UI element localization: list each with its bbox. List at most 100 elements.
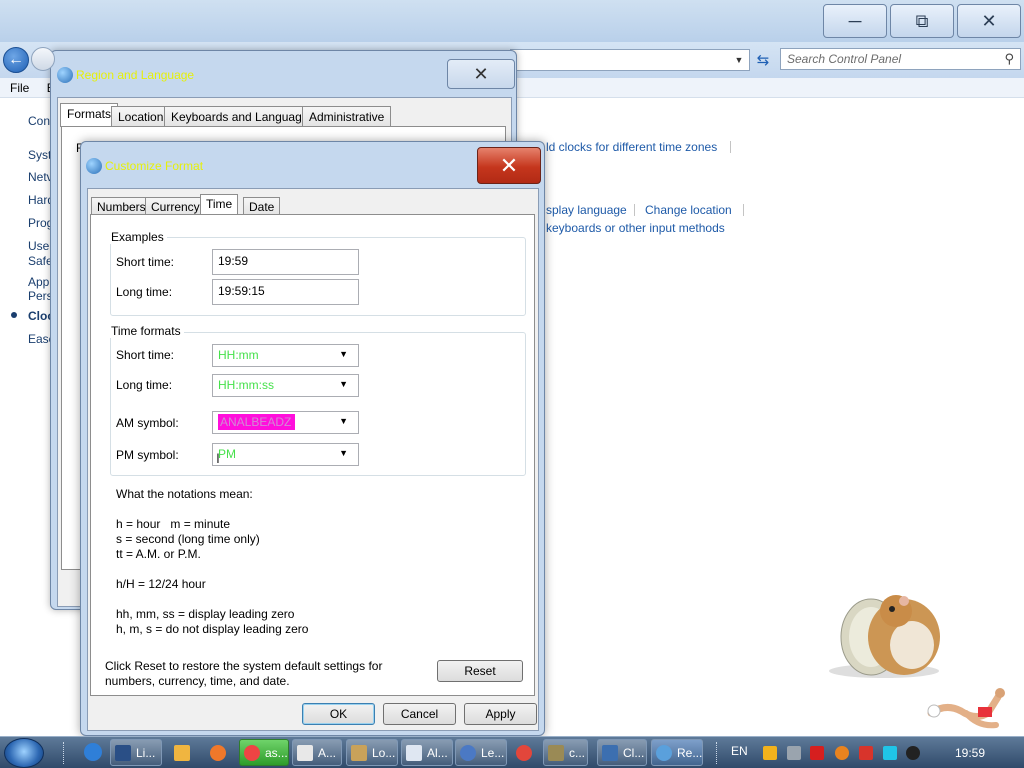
taskbar-item-7[interactable]: c... bbox=[543, 739, 588, 766]
refresh-icon[interactable]: ⇆ bbox=[752, 49, 774, 71]
chrome-icon[interactable] bbox=[516, 745, 532, 761]
nav-item-family-safety[interactable]: Safe bbox=[28, 254, 52, 268]
pm-symbol-combo[interactable]: PM ▼ bbox=[212, 443, 359, 466]
notation-notes: What the notations mean: h = hour m = mi… bbox=[116, 487, 309, 636]
pm-symbol-label: PM symbol: bbox=[116, 448, 179, 462]
search-input[interactable]: Search Control Panel ⚲ bbox=[780, 48, 1021, 70]
ok-button[interactable]: OK bbox=[302, 703, 375, 725]
chevron-down-icon[interactable]: ▼ bbox=[339, 448, 348, 458]
nav-item-programs[interactable]: Prog bbox=[28, 216, 52, 230]
back-button[interactable]: ← bbox=[3, 47, 29, 73]
nav-item-personalization[interactable]: Pers bbox=[28, 289, 52, 303]
paint-icon[interactable] bbox=[210, 745, 226, 761]
address-dropdown-icon[interactable]: ▼ bbox=[731, 49, 747, 71]
monitor-icon[interactable] bbox=[883, 746, 897, 760]
dialog-title: Customize Format bbox=[105, 159, 204, 173]
taskbar-item-label: Cl... bbox=[623, 745, 645, 760]
nav-item-control-panel-home[interactable]: Con bbox=[28, 114, 52, 128]
restore-button[interactable]: ⧉ bbox=[890, 4, 954, 38]
flag-icon[interactable] bbox=[859, 746, 873, 760]
nav-item-hardware[interactable]: Hard bbox=[28, 193, 52, 207]
media-player-icon[interactable] bbox=[174, 745, 190, 761]
search-placeholder: Search Control Panel bbox=[787, 52, 902, 66]
tab-time[interactable]: Time bbox=[200, 194, 239, 215]
language-indicator[interactable]: EN bbox=[731, 744, 748, 758]
tab-administrative[interactable]: Administrative bbox=[302, 106, 392, 127]
apply-button[interactable]: Apply bbox=[464, 703, 537, 725]
window-close-button[interactable]: ✕ bbox=[957, 4, 1021, 38]
tab-keyboards-languages[interactable]: Keyboards and Languages bbox=[164, 106, 322, 127]
reset-button[interactable]: Reset bbox=[437, 660, 523, 682]
link-keyboards[interactable]: keyboards or other input methods bbox=[546, 221, 725, 235]
short-time-format-combo[interactable]: HH:mm ▼ bbox=[212, 344, 359, 367]
nav-item-ease-of-access[interactable]: Ease bbox=[28, 332, 52, 346]
minimize-icon: ─ bbox=[848, 10, 862, 31]
example-long-time-label: Long time: bbox=[116, 285, 173, 299]
taskbar-item-5[interactable]: Al... bbox=[401, 739, 453, 766]
taskbar-item-label: Al... bbox=[427, 745, 448, 760]
antivirus-icon[interactable] bbox=[810, 746, 824, 760]
link-change-location[interactable]: Change location bbox=[645, 203, 732, 217]
app-icon bbox=[460, 744, 476, 761]
address-field[interactable] bbox=[510, 49, 750, 71]
link-separator bbox=[730, 141, 731, 153]
globe-icon bbox=[656, 744, 672, 761]
nav-item-clock[interactable]: Cloc bbox=[28, 309, 52, 323]
link-separator bbox=[634, 204, 635, 216]
minimize-button[interactable]: ─ bbox=[823, 4, 887, 38]
chevron-down-icon[interactable]: ▼ bbox=[339, 349, 348, 359]
am-symbol-value: ANALBEADZ bbox=[218, 414, 296, 430]
tab-formats[interactable]: Formats bbox=[60, 103, 119, 127]
control-panel-icon bbox=[602, 744, 618, 761]
restore-icon: ⧉ bbox=[915, 10, 929, 31]
dialog-title: Region and Language bbox=[76, 68, 195, 82]
chevron-down-icon[interactable]: ▼ bbox=[339, 416, 348, 426]
nav-item-system[interactable]: Syst bbox=[28, 148, 52, 162]
taskbar-grip bbox=[716, 742, 719, 764]
tab-date[interactable]: Date bbox=[243, 197, 281, 215]
forward-button[interactable] bbox=[31, 47, 55, 71]
example-short-time-label: Short time: bbox=[116, 255, 175, 269]
taskbar-clock[interactable]: 19:59 bbox=[955, 746, 985, 760]
taskbar-item-3[interactable]: A... bbox=[292, 739, 342, 766]
cancel-button[interactable]: Cancel bbox=[383, 703, 456, 725]
short-time-format-label: Short time: bbox=[116, 348, 175, 362]
taskbar-item-1[interactable]: Li... bbox=[110, 739, 162, 766]
link-add-clocks[interactable]: ld clocks for different time zones bbox=[546, 140, 717, 154]
pm-symbol-value: PM bbox=[218, 447, 236, 461]
close-icon: ✕ bbox=[981, 10, 997, 31]
am-symbol-combo[interactable]: ANALBEADZ ▼ bbox=[212, 411, 359, 434]
tab-location[interactable]: Location bbox=[111, 106, 171, 127]
example-short-time-field: 19:59 bbox=[212, 249, 359, 275]
nav-item-appearance[interactable]: App bbox=[28, 275, 52, 289]
search-icon[interactable]: ⚲ bbox=[1004, 51, 1014, 67]
taskbar-item-6[interactable]: Le... bbox=[455, 739, 507, 766]
long-time-format-combo[interactable]: HH:mm:ss ▼ bbox=[212, 374, 359, 397]
search-tray-icon[interactable] bbox=[835, 746, 849, 760]
taskbar-item-2[interactable]: as... bbox=[239, 739, 289, 766]
tab-currency[interactable]: Currency bbox=[145, 197, 206, 215]
volume-icon[interactable] bbox=[906, 746, 920, 760]
link-display-language[interactable]: splay language bbox=[546, 203, 627, 217]
nav-item-user-accounts[interactable]: User bbox=[28, 239, 52, 253]
reset-description: Click Reset to restore the system defaul… bbox=[105, 659, 383, 688]
long-time-format-label: Long time: bbox=[116, 378, 173, 392]
customize-dialog-close-button[interactable]: ✕ bbox=[477, 147, 541, 184]
menu-file[interactable]: File bbox=[10, 81, 29, 95]
taskbar-item-4[interactable]: Lo... bbox=[346, 739, 398, 766]
app-icon bbox=[351, 744, 367, 761]
network-icon[interactable] bbox=[763, 746, 777, 760]
tab-numbers[interactable]: Numbers bbox=[91, 197, 152, 215]
tray-app-icon[interactable] bbox=[787, 746, 801, 760]
chevron-down-icon[interactable]: ▼ bbox=[339, 379, 348, 389]
taskbar-item-9[interactable]: Re... bbox=[651, 739, 703, 766]
app-icon bbox=[297, 744, 313, 761]
internet-explorer-icon[interactable] bbox=[84, 743, 102, 761]
link-separator bbox=[743, 204, 744, 216]
start-button[interactable] bbox=[4, 738, 44, 768]
taskbar-item-8[interactable]: Cl... bbox=[597, 739, 647, 766]
time-panel: Examples Short time: 19:59 Long time: 19… bbox=[90, 214, 535, 696]
nav-item-network[interactable]: Netv bbox=[28, 170, 52, 184]
region-dialog-close-button[interactable]: ✕ bbox=[447, 59, 515, 89]
taskbar-item-label: Li... bbox=[136, 745, 156, 760]
